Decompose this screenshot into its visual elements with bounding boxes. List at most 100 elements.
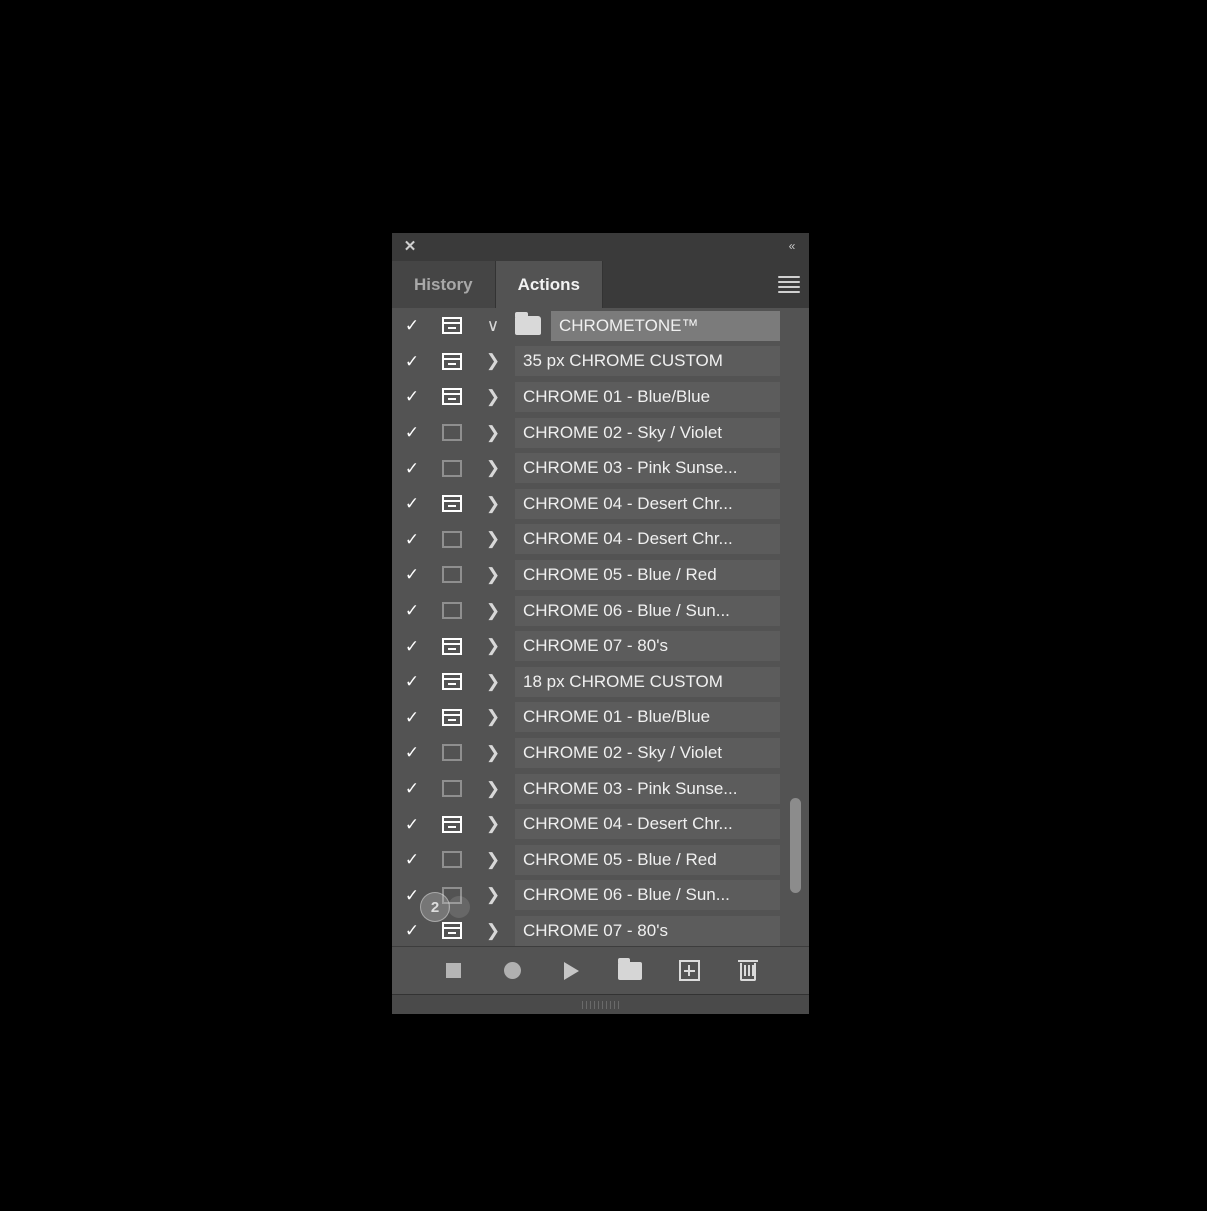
action-row[interactable]: ✓ ❯ CHROME 07 - 80's [392,913,809,946]
action-row[interactable]: ✓ ❯ CHROME 02 - Sky / Violet [392,414,809,451]
action-row-label: CHROME 06 - Blue / Sun... [515,880,780,911]
dialog-toggle[interactable] [432,851,471,869]
dialog-toggle-icon [441,744,462,762]
chevron-right-icon[interactable]: ❯ [471,601,515,621]
new-set-button[interactable] [615,956,645,986]
chevron-right-icon[interactable]: ❯ [471,743,515,763]
toggle-on-icon[interactable]: ✓ [392,922,432,939]
dialog-toggle[interactable] [432,352,471,370]
chevron-right-icon[interactable]: ❯ [471,921,515,941]
action-row-label: CHROME 04 - Desert Chr... [515,488,780,519]
dialog-toggle[interactable] [432,886,471,904]
collapse-panel-icon[interactable]: « [781,237,801,255]
chevron-right-icon[interactable]: ❯ [471,423,515,443]
action-row[interactable]: ✓ ❯ CHROME 07 - 80's [392,628,809,664]
record-icon [503,962,521,979]
toggle-on-icon[interactable]: ✓ [392,744,432,761]
toggle-on-icon[interactable]: ✓ [392,673,432,690]
folder-icon [618,957,642,980]
chevron-right-icon[interactable]: ❯ [471,779,515,799]
tab-history[interactable]: History [392,261,496,308]
dialog-toggle[interactable] [432,459,471,477]
chevron-right-icon[interactable]: ❯ [471,885,515,905]
panel-resize-grip[interactable] [392,994,809,1014]
toggle-on-icon[interactable]: ✓ [392,780,432,797]
stop-button[interactable] [438,956,468,986]
action-row[interactable]: ✓ ❯ CHROME 03 - Pink Sunse... [392,450,809,486]
action-row[interactable]: ✓ ❯ CHROME 06 - Blue / Sun... [392,592,809,629]
dialog-toggle[interactable] [432,602,471,620]
action-row-label: CHROME 05 - Blue / Red [515,844,780,875]
action-row[interactable]: ✓ ❯ CHROME 04 - Desert Chr... [392,806,809,842]
action-row[interactable]: ✓ ❯ CHROME 02 - Sky / Violet [392,735,809,771]
chevron-right-icon[interactable]: ❯ [471,672,515,692]
tab-actions[interactable]: Actions [495,261,603,308]
action-row[interactable]: ✓ ❯ CHROME 04 - Desert Chr... [392,521,809,558]
delete-button[interactable] [733,956,763,986]
dialog-toggle[interactable] [432,495,471,513]
chevron-right-icon[interactable]: ❯ [471,850,515,870]
play-button[interactable] [556,956,586,986]
chevron-right-icon[interactable]: ❯ [471,387,515,407]
chevron-right-icon[interactable]: ❯ [471,351,515,371]
hamburger-menu-icon[interactable] [776,273,802,295]
dialog-toggle[interactable] [432,708,471,726]
chevron-down-icon[interactable]: ∨ [471,316,515,336]
action-row[interactable]: ✓ ❯ CHROME 03 - Pink Sunse... [392,770,809,807]
chevron-right-icon[interactable]: ❯ [471,529,515,549]
toggle-on-icon[interactable]: ✓ [392,317,432,334]
dialog-toggle-icon [441,317,462,335]
dialog-toggle[interactable] [432,424,471,442]
chevron-right-icon[interactable]: ❯ [471,458,515,478]
action-row[interactable]: ✓ ❯ CHROME 01 - Blue/Blue [392,379,809,415]
dialog-toggle-icon [441,495,462,513]
action-row[interactable]: ✓ ∨ CHROMETONE™ [392,308,809,344]
vertical-scrollbar[interactable] [789,308,801,946]
action-row[interactable]: ✓ ❯ CHROME 05 - Blue / Red [392,841,809,878]
toggle-on-icon[interactable]: ✓ [392,638,432,655]
toggle-on-icon[interactable]: ✓ [392,709,432,726]
dialog-toggle-icon [441,424,462,442]
action-row[interactable]: ✓ ❯ CHROME 04 - Desert Chr... [392,485,809,522]
chevron-right-icon[interactable]: ❯ [471,707,515,727]
new-action-button[interactable] [674,956,704,986]
action-row[interactable]: ✓ ❯ CHROME 06 - Blue / Sun... [392,877,809,914]
panel-tabstrip: History Actions [392,261,809,308]
dialog-toggle[interactable] [432,815,471,833]
toggle-on-icon[interactable]: ✓ [392,388,432,405]
dialog-toggle[interactable] [432,922,471,940]
close-icon[interactable]: ✕ [401,237,419,255]
action-row[interactable]: ✓ ❯ CHROME 05 - Blue / Red [392,557,809,593]
toggle-on-icon[interactable]: ✓ [392,460,432,477]
actions-list[interactable]: ✓ ∨ CHROMETONE™ ✓ ❯ 35 px CHROME CUSTOM ✓ ❯ CHRO… [392,308,809,946]
toggle-on-icon[interactable]: ✓ [392,851,432,868]
toggle-on-icon[interactable]: ✓ [392,566,432,583]
stop-icon [445,963,461,978]
action-row[interactable]: ✓ ❯ CHROME 01 - Blue/Blue [392,699,809,736]
toggle-on-icon[interactable]: ✓ [392,887,432,904]
chevron-right-icon[interactable]: ❯ [471,494,515,514]
dialog-toggle[interactable] [432,673,471,691]
dialog-toggle[interactable] [432,566,471,584]
action-row[interactable]: ✓ ❯ 18 px CHROME CUSTOM [392,663,809,700]
action-row-label: CHROME 06 - Blue / Sun... [515,595,780,626]
toggle-on-icon[interactable]: ✓ [392,495,432,512]
toggle-on-icon[interactable]: ✓ [392,816,432,833]
dialog-toggle[interactable] [432,530,471,548]
record-button[interactable] [497,956,527,986]
toggle-on-icon[interactable]: ✓ [392,353,432,370]
scrollbar-thumb[interactable] [790,798,801,893]
chevron-right-icon[interactable]: ❯ [471,565,515,585]
toggle-on-icon[interactable]: ✓ [392,531,432,548]
dialog-toggle[interactable] [432,388,471,406]
toggle-on-icon[interactable]: ✓ [392,424,432,441]
chevron-right-icon[interactable]: ❯ [471,814,515,834]
dialog-toggle[interactable] [432,317,471,335]
chevron-right-icon[interactable]: ❯ [471,636,515,656]
toggle-on-icon[interactable]: ✓ [392,602,432,619]
action-row[interactable]: ✓ ❯ 35 px CHROME CUSTOM [392,343,809,380]
dialog-toggle[interactable] [432,637,471,655]
dialog-toggle[interactable] [432,744,471,762]
dialog-toggle[interactable] [432,780,471,798]
dialog-toggle-icon [441,566,462,584]
